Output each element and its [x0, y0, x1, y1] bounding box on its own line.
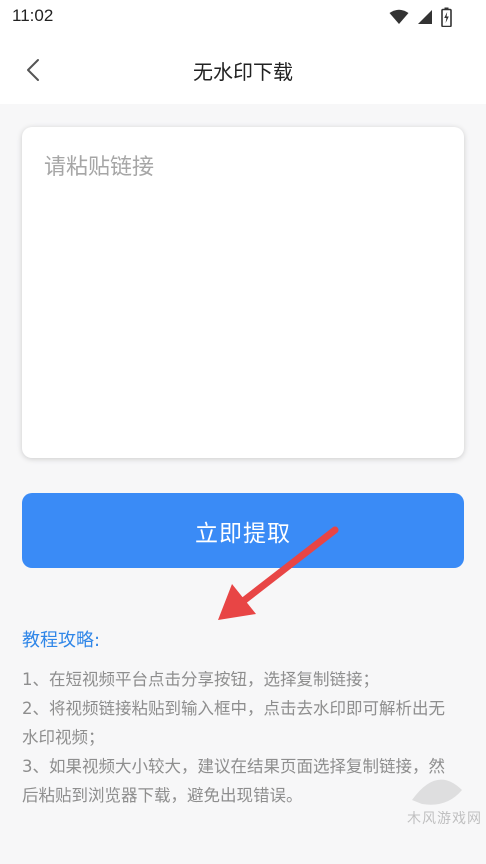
- wifi-icon: [389, 9, 409, 24]
- tutorial-step: 1、在短视频平台点击分享按钮，选择复制链接；: [22, 670, 379, 689]
- signal-icon: [418, 10, 432, 24]
- status-bar: 11:02: [0, 0, 486, 36]
- status-icons: [389, 7, 452, 27]
- watermark-text: 木风游戏网: [407, 811, 482, 827]
- tutorial-step: 3、如果视频大小较大，建议在结果页面选择复制链接，然后粘贴到浏览器下载，避免出现…: [22, 757, 445, 805]
- page-title: 无水印下载: [193, 60, 293, 84]
- battery-icon: [441, 7, 452, 27]
- status-time: 11:02: [12, 6, 54, 25]
- link-input[interactable]: [22, 127, 464, 458]
- watermark-logo: [412, 779, 462, 805]
- tutorial-step: 2、将视频链接粘贴到输入框中，点击去水印即可解析出无水印视频；: [22, 699, 445, 747]
- tutorial-title: 教程攻略:: [22, 630, 101, 651]
- tutorial-steps: 1、在短视频平台点击分享按钮，选择复制链接； 2、将视频链接粘贴到输入框中，点击…: [22, 665, 454, 810]
- navigation-bar: 无水印下载: [0, 36, 486, 104]
- link-input-card: [22, 127, 464, 458]
- red-arrow-annotation: [218, 526, 339, 620]
